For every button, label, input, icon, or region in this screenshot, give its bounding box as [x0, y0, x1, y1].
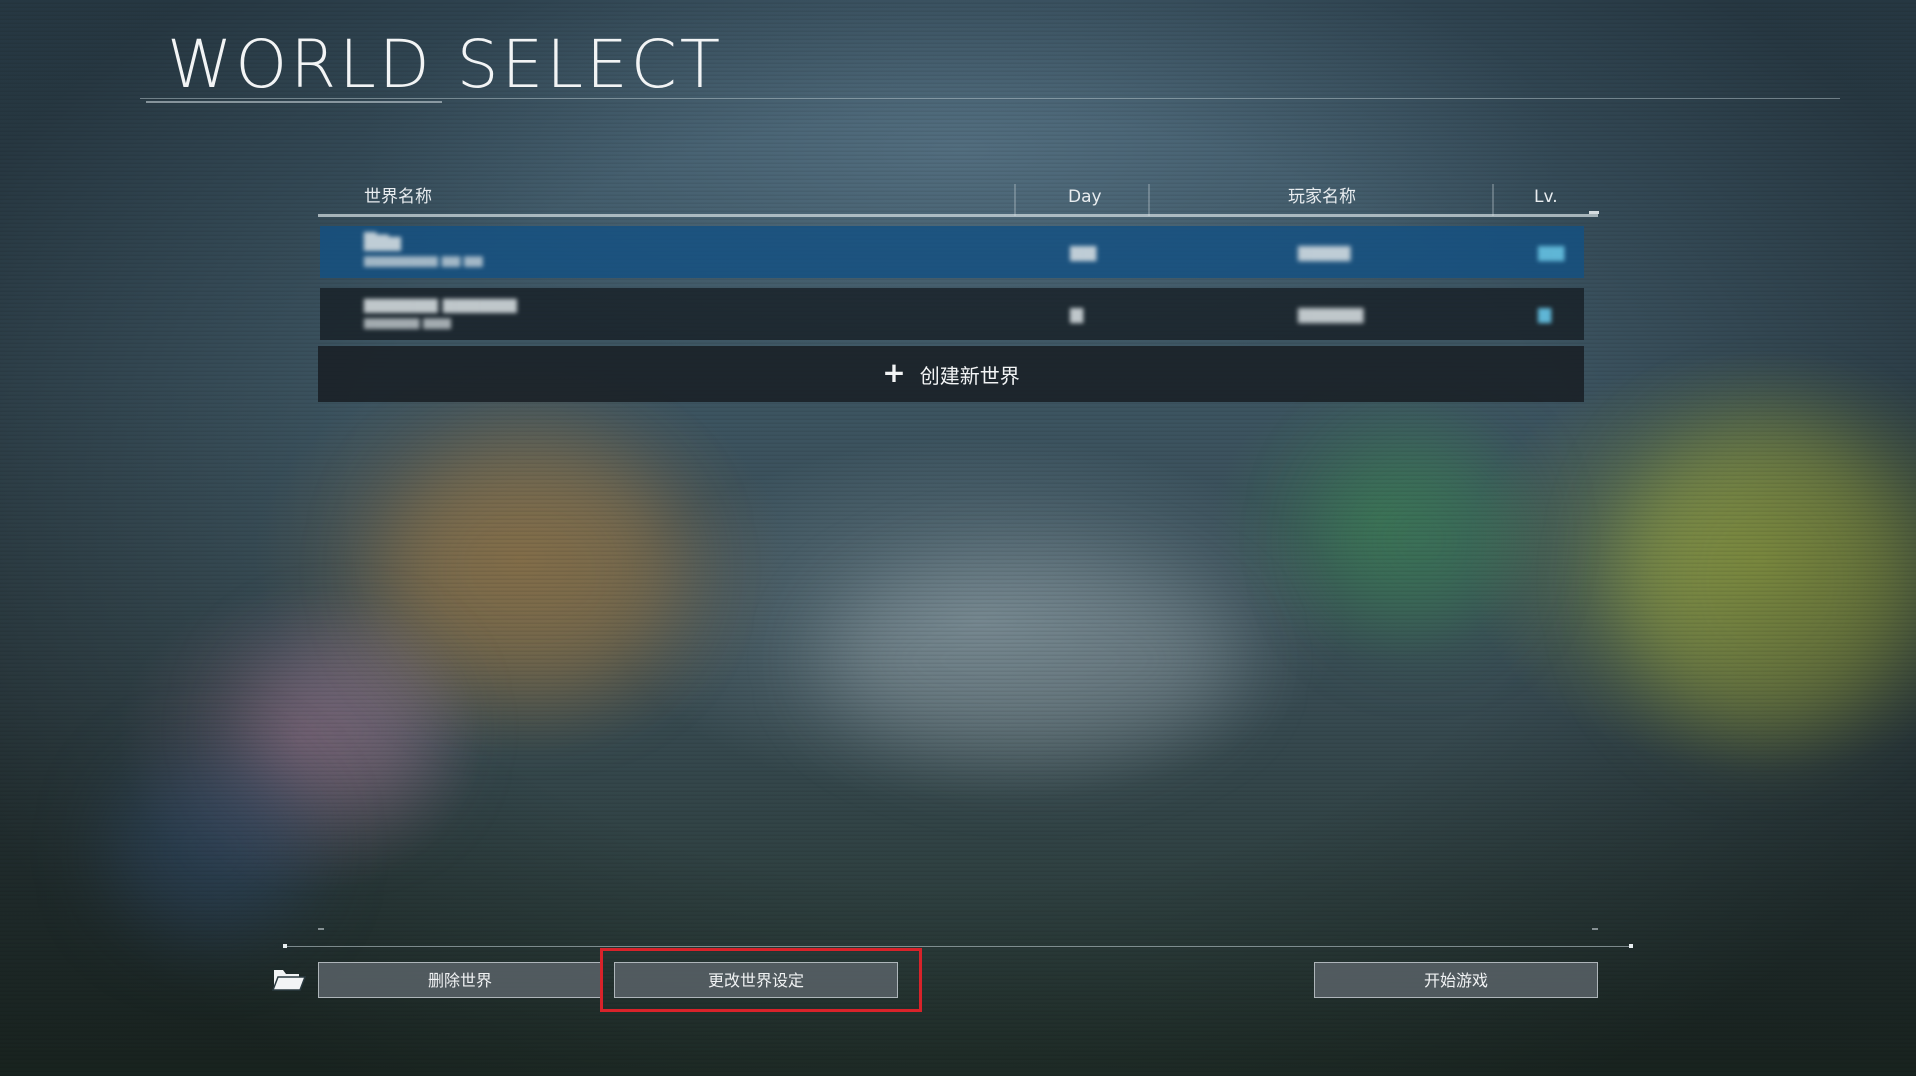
title-divider: [140, 98, 1840, 99]
world-day: ▆: [1070, 304, 1084, 324]
world-level: ▆▆: [1538, 242, 1565, 262]
world-table-header: 世界名称 Day 玩家名称 Lv.: [318, 180, 1598, 216]
world-row-selected[interactable]: █▇▆ ▆▆▆▆▆▆▆▆ ▆▆:▆▆ ▆▆ ▆▆▆▆ ▆▆: [320, 226, 1584, 278]
delete-world-button[interactable]: 删除世界: [318, 962, 602, 998]
page-title: WORLD SELECT: [167, 26, 724, 103]
header-day: Day: [1068, 187, 1102, 207]
header-underline: [318, 214, 1598, 217]
background-art: [1320, 440, 1520, 640]
plus-icon: +: [882, 355, 906, 389]
list-corner-mark: [1592, 928, 1598, 930]
background-art: [380, 440, 680, 700]
background-art: [820, 560, 1240, 760]
footer-divider-dot: [1629, 944, 1633, 948]
create-new-world-content: + 创建新世界: [318, 346, 1584, 402]
world-select-screen: WORLD SELECT 世界名称 Day 玩家名称 Lv. █▇▆ ▆▆▆▆▆…: [0, 0, 1916, 1076]
world-player-name: ▆▆▆▆: [1298, 242, 1351, 262]
header-separator: [1014, 184, 1016, 216]
world-player-name: ▆▆▆▆▆: [1298, 304, 1364, 324]
list-corner-mark: [318, 928, 324, 930]
footer-divider: [284, 946, 1632, 947]
world-row[interactable]: ▆▆▆▆▆▆ ▆▆▆▆▆▆ ▆▆▆▆▆▆ ▆▆▆ ▆ ▆▆▆▆▆ ▆: [320, 288, 1584, 340]
header-level: Lv.: [1534, 187, 1558, 207]
header-separator: [1492, 184, 1494, 216]
world-saved-time: ▆▆▆▆▆▆ ▆▆▆: [364, 315, 451, 329]
header-underline-cap: [1589, 211, 1599, 214]
start-game-button[interactable]: 开始游戏: [1314, 962, 1598, 998]
background-art: [110, 760, 310, 940]
header-world-name: 世界名称: [364, 187, 432, 207]
world-saved-time: ▆▆▆▆▆▆▆▆ ▆▆:▆▆: [364, 253, 483, 267]
world-name: █▇▆: [364, 232, 401, 251]
world-day: ▆▆: [1070, 242, 1097, 262]
background-art: [1620, 420, 1916, 740]
world-level: ▆: [1538, 304, 1552, 324]
footer-divider-dot: [283, 944, 287, 948]
highlight-annotation: [600, 948, 922, 1012]
create-new-world-label: 创建新世界: [919, 363, 1020, 388]
header-player-name: 玩家名称: [1288, 187, 1356, 207]
header-separator: [1148, 184, 1150, 216]
world-name: ▆▆▆▆▆▆ ▆▆▆▆▆▆: [364, 294, 517, 313]
folder-open-icon[interactable]: [271, 964, 307, 992]
create-new-world-button[interactable]: + 创建新世界: [318, 346, 1584, 402]
title-accent-line: [146, 101, 442, 103]
